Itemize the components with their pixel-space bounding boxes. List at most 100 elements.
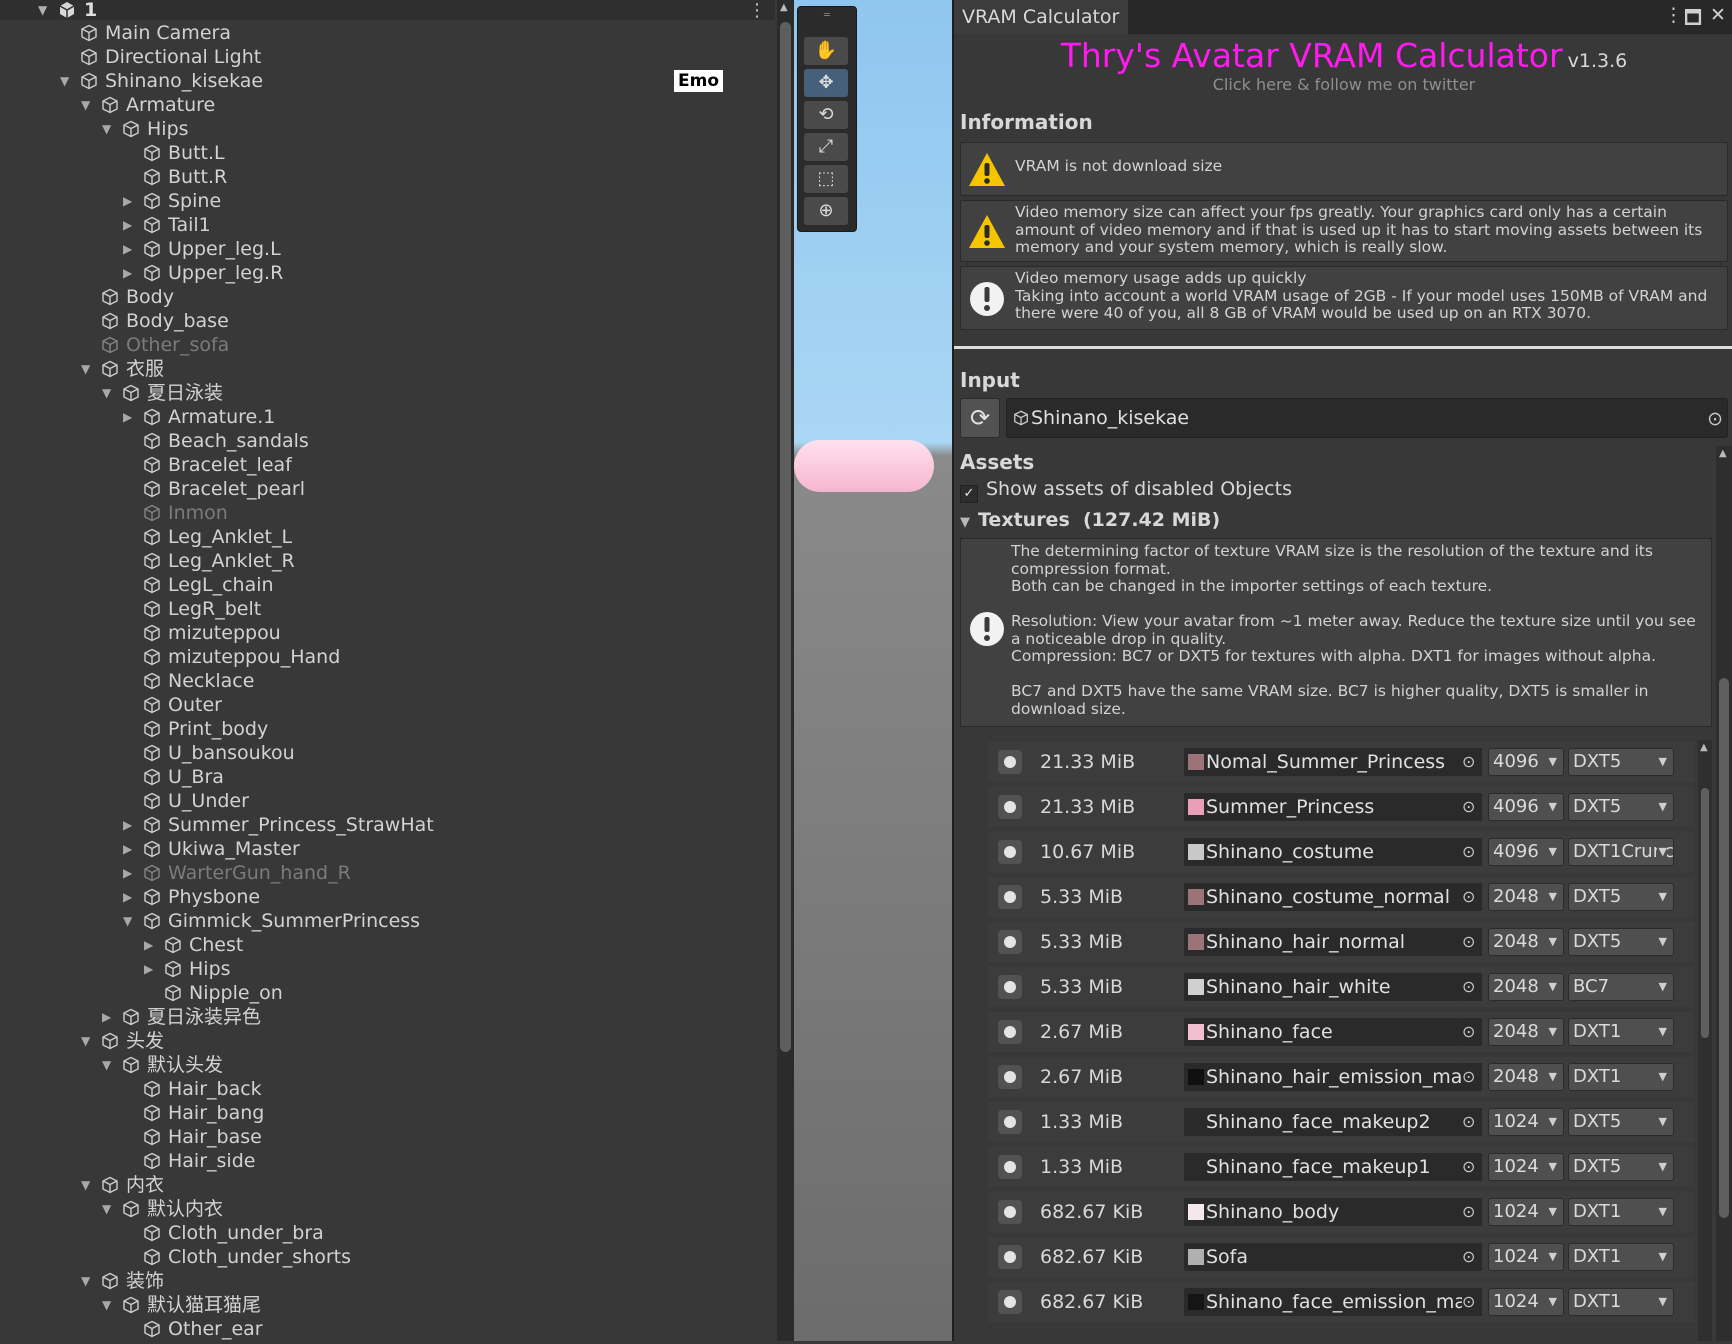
expanded-arrow-icon[interactable]: ▼ xyxy=(81,357,95,381)
kebab-menu-icon[interactable]: ⋮ xyxy=(1664,4,1683,26)
collapsed-arrow-icon[interactable]: ▶ xyxy=(123,885,137,909)
hierarchy-item[interactable]: Butt.L xyxy=(0,141,770,165)
format-dropdown[interactable]: DXT1 ▼ xyxy=(1568,1243,1674,1271)
texture-object-field[interactable]: Shinano_hair_emission_mask xyxy=(1184,1063,1462,1091)
assets-scrollbar[interactable]: ▲ xyxy=(1716,446,1732,1341)
expanded-arrow-icon[interactable]: ▼ xyxy=(123,909,137,933)
transform-tool-button[interactable]: ⊕ xyxy=(804,197,848,225)
vram-calculator-tab[interactable]: VRAM Calculator xyxy=(954,0,1128,34)
texture-toggle-button[interactable] xyxy=(998,750,1022,774)
hierarchy-item[interactable]: U_Bra xyxy=(0,765,770,789)
hierarchy-item[interactable]: Hair_side xyxy=(0,1149,770,1173)
expanded-arrow-icon[interactable]: ▼ xyxy=(102,381,116,405)
avatar-object-field[interactable]: Shinano_kisekae ⊙ xyxy=(1006,398,1728,438)
hierarchy-item[interactable]: Cloth_under_bra xyxy=(0,1221,770,1245)
expanded-arrow-icon[interactable]: ▼ xyxy=(81,93,95,117)
texture-object-field[interactable]: Shinano_face xyxy=(1184,1018,1462,1046)
hierarchy-item[interactable]: Butt.R xyxy=(0,165,770,189)
texture-toggle-button[interactable] xyxy=(998,1290,1022,1314)
resolution-dropdown[interactable]: 2048 ▼ xyxy=(1488,928,1564,956)
move-tool-button[interactable]: ✥ xyxy=(804,69,848,97)
hierarchy-item[interactable]: Directional Light xyxy=(0,45,770,69)
hierarchy-item[interactable]: ▶ WarterGun_hand_R xyxy=(0,861,770,885)
texture-toggle-button[interactable] xyxy=(998,885,1022,909)
texture-object-field[interactable]: Shinano_face_makeup2 xyxy=(1184,1108,1462,1136)
object-picker-icon[interactable]: ⊙ xyxy=(1462,1198,1482,1226)
format-dropdown[interactable]: DXT5 ▼ xyxy=(1568,1153,1674,1181)
hierarchy-item[interactable]: ▼ Gimmick_SummerPrincess xyxy=(0,909,770,933)
hierarchy-item[interactable]: ▶ Upper_leg.R xyxy=(0,261,770,285)
resolution-dropdown[interactable]: 1024 ▼ xyxy=(1488,1153,1564,1181)
expanded-arrow-icon[interactable]: ▼ xyxy=(81,1029,95,1053)
hierarchy-item[interactable]: ▶ Summer_Princess_StrawHat xyxy=(0,813,770,837)
format-dropdown[interactable]: DXT5 ▼ xyxy=(1568,793,1674,821)
rect-tool-button[interactable]: ⬚ xyxy=(804,165,848,193)
resolution-dropdown[interactable]: 2048 ▼ xyxy=(1488,883,1564,911)
texture-list-scrollbar-thumb[interactable] xyxy=(1701,788,1709,1038)
scroll-up-arrow-icon[interactable]: ▲ xyxy=(1719,448,1727,459)
format-dropdown[interactable]: DXT1 ▼ xyxy=(1568,1063,1674,1091)
hierarchy-item[interactable]: LegR_belt xyxy=(0,597,770,621)
object-picker-icon[interactable]: ⊙ xyxy=(1462,1063,1482,1091)
collapsed-arrow-icon[interactable]: ▶ xyxy=(102,1005,116,1029)
hierarchy-item[interactable]: ▼ 衣服 xyxy=(0,357,770,381)
hierarchy-item[interactable]: Other_ear xyxy=(0,1317,770,1341)
object-picker-icon[interactable]: ⊙ xyxy=(1462,1108,1482,1136)
format-dropdown[interactable]: BC7 ▼ xyxy=(1568,973,1674,1001)
hand-tool-button[interactable]: ✋ xyxy=(804,37,848,65)
texture-object-field[interactable]: Shinano_face_emission_mask xyxy=(1184,1288,1462,1316)
hierarchy-item[interactable]: ▼ 默认猫耳猫尾 xyxy=(0,1293,770,1317)
object-picker-icon[interactable]: ⊙ xyxy=(1462,1243,1482,1271)
hierarchy-item[interactable]: Body xyxy=(0,285,770,309)
assets-scrollbar-thumb[interactable] xyxy=(1719,678,1729,1218)
hierarchy-item[interactable]: Beach_sandals xyxy=(0,429,770,453)
resolution-dropdown[interactable]: 2048 ▼ xyxy=(1488,1018,1564,1046)
hierarchy-item[interactable]: Hair_back xyxy=(0,1077,770,1101)
hierarchy-item[interactable]: ▼ Armature xyxy=(0,93,770,117)
texture-toggle-button[interactable] xyxy=(998,1245,1022,1269)
resolution-dropdown[interactable]: 4096 ▼ xyxy=(1488,793,1564,821)
hierarchy-item[interactable]: ▼ 内衣 xyxy=(0,1173,770,1197)
expanded-arrow-icon[interactable]: ▼ xyxy=(81,1269,95,1293)
calculator-title[interactable]: Thry's Avatar VRAM Calculator v1.3.6 xyxy=(954,36,1732,75)
object-picker-icon[interactable]: ⊙ xyxy=(1462,1018,1482,1046)
texture-toggle-button[interactable] xyxy=(998,1020,1022,1044)
texture-list-scrollbar[interactable]: ▲ xyxy=(1698,740,1712,1341)
hierarchy-item[interactable]: Other_sofa xyxy=(0,333,770,357)
texture-object-field[interactable]: Sofa xyxy=(1184,1243,1462,1271)
object-picker-icon[interactable]: ⊙ xyxy=(1462,928,1482,956)
format-dropdown[interactable]: DXT5 ▼ xyxy=(1568,883,1674,911)
refresh-button[interactable]: ⟳ xyxy=(960,398,1000,438)
texture-toggle-button[interactable] xyxy=(998,975,1022,999)
texture-object-field[interactable]: Summer_Princess xyxy=(1184,793,1462,821)
texture-object-field[interactable]: Shinano_face_makeup1 xyxy=(1184,1153,1462,1181)
format-dropdown[interactable]: DXT5 ▼ xyxy=(1568,928,1674,956)
hierarchy-item[interactable]: Leg_Anklet_R xyxy=(0,549,770,573)
show-disabled-objects-toggle[interactable]: ✓ Show assets of disabled Objects xyxy=(960,478,1292,503)
hierarchy-item[interactable]: ▶ Upper_leg.L xyxy=(0,237,770,261)
hierarchy-scene-header[interactable]: ▼ 1 xyxy=(0,0,775,20)
resolution-dropdown[interactable]: 4096 ▼ xyxy=(1488,838,1564,866)
scroll-up-arrow-icon[interactable]: ▲ xyxy=(780,2,788,13)
format-dropdown[interactable]: DXT5 ▼ xyxy=(1568,748,1674,776)
object-picker-icon[interactable]: ⊙ xyxy=(1462,838,1482,866)
expand-arrow-icon[interactable]: ▼ xyxy=(38,0,47,20)
hierarchy-item[interactable]: ▶ Chest xyxy=(0,933,770,957)
object-picker-icon[interactable]: ⊙ xyxy=(1462,748,1482,776)
hierarchy-item[interactable]: Leg_Anklet_L xyxy=(0,525,770,549)
hierarchy-item[interactable]: Cloth_under_shorts xyxy=(0,1245,770,1269)
hierarchy-item[interactable]: ▶ Spine xyxy=(0,189,770,213)
texture-object-field[interactable]: Shinano_body xyxy=(1184,1198,1462,1226)
texture-object-field[interactable]: Nomal_Summer_Princess xyxy=(1184,748,1462,776)
textures-foldout[interactable]: ▼ Textures (127.42 MiB) xyxy=(960,509,1220,531)
rotate-tool-button[interactable]: ⟲ xyxy=(804,101,848,129)
resolution-dropdown[interactable]: 1024 ▼ xyxy=(1488,1108,1564,1136)
hierarchy-item[interactable]: ▶ 夏日泳装异色 xyxy=(0,1005,770,1029)
hierarchy-item[interactable]: ▶ Physbone xyxy=(0,885,770,909)
hierarchy-item[interactable]: ▶ Ukiwa_Master xyxy=(0,837,770,861)
foldout-open-icon[interactable]: ▼ xyxy=(960,515,970,530)
collapsed-arrow-icon[interactable]: ▶ xyxy=(123,861,137,885)
resolution-dropdown[interactable]: 2048 ▼ xyxy=(1488,1063,1564,1091)
hierarchy-item[interactable]: ▼ 默认内衣 xyxy=(0,1197,770,1221)
hierarchy-item[interactable]: mizuteppou xyxy=(0,621,770,645)
